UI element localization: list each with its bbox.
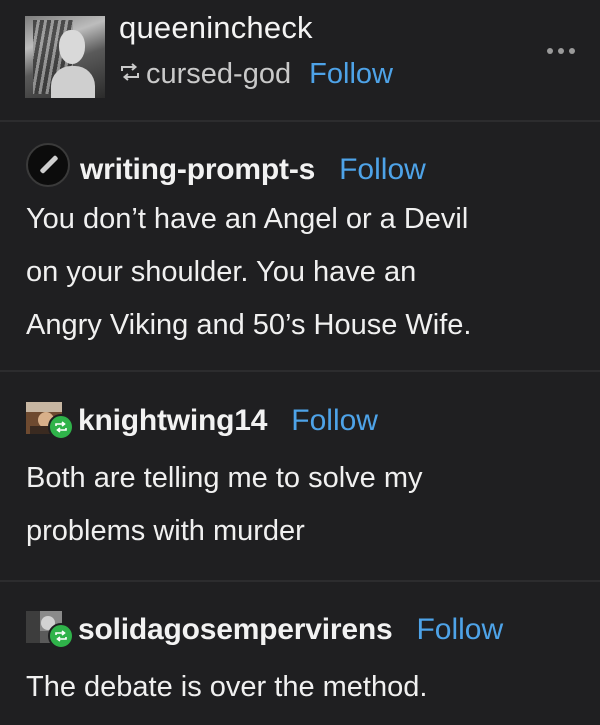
post-body: Both are telling me to solve my problems… — [26, 452, 586, 558]
follow-button[interactable]: Follow — [291, 404, 378, 437]
author-avatar[interactable] — [26, 611, 74, 649]
reblog-icon — [119, 57, 141, 81]
author-name[interactable]: solidagosempervirens — [78, 613, 393, 646]
avatar-face — [59, 30, 85, 64]
post-author-row: solidagosempervirens Follow — [26, 611, 503, 655]
author-name[interactable]: writing-prompt-s — [80, 153, 315, 186]
avatar-body — [51, 66, 95, 98]
blog-username[interactable]: queenincheck — [119, 10, 313, 46]
post-author-row: writing-prompt-s Follow — [26, 143, 426, 187]
divider — [0, 580, 600, 582]
follow-button[interactable]: Follow — [416, 613, 503, 646]
avatar[interactable] — [25, 16, 105, 98]
divider — [0, 370, 600, 372]
follow-button[interactable]: Follow — [309, 58, 393, 90]
post-body: The debate is over the method. — [26, 661, 586, 714]
author-name[interactable]: knightwing14 — [78, 404, 267, 437]
reblog-source[interactable]: cursed-god — [146, 58, 291, 90]
author-avatar[interactable] — [26, 143, 70, 187]
post-line: You don’t have an Angel or a Devil — [26, 203, 469, 235]
author-avatar[interactable] — [26, 402, 74, 440]
post-body: You don’t have an Angel or a Devil on yo… — [26, 193, 586, 352]
post-line: Both are telling me to solve my — [26, 462, 423, 494]
pen-icon — [39, 154, 59, 175]
more-horizontal-icon[interactable] — [547, 48, 575, 56]
follow-button[interactable]: Follow — [339, 153, 426, 186]
divider — [0, 120, 600, 122]
post-line: problems with murder — [26, 515, 305, 547]
post-author-row: knightwing14 Follow — [26, 402, 378, 446]
post-line: The debate is over the method. — [26, 671, 428, 703]
post-line: on your shoulder. You have an — [26, 256, 417, 288]
reblog-line: cursed-god Follow — [119, 57, 393, 91]
post-header: queenincheck cursed-god Follow — [0, 0, 600, 118]
reblog-badge-icon — [48, 623, 74, 649]
reblog-badge-icon — [48, 414, 74, 440]
post-line: Angry Viking and 50’s House Wife. — [26, 309, 472, 341]
post-screen: queenincheck cursed-god Follow writing-p… — [0, 0, 600, 725]
